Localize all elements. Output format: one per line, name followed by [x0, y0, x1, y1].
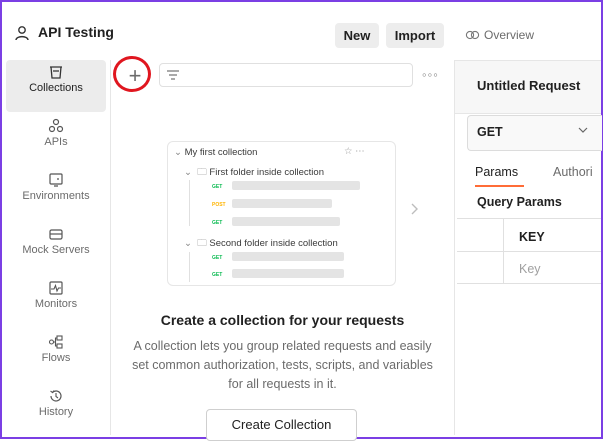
illustration-folder-name: Second folder inside collection — [209, 238, 338, 249]
table-divider — [503, 219, 504, 283]
sidebar-item-monitors[interactable]: Monitors — [6, 276, 106, 328]
workspace-title[interactable]: API Testing — [38, 24, 114, 40]
sidebar-item-label: History — [38, 406, 74, 418]
new-button[interactable]: New — [335, 23, 379, 48]
sidebar: Collections APIs Environments Mock Serve… — [2, 60, 111, 435]
sidebar-item-apis[interactable]: APIs — [6, 114, 106, 166]
monitors-icon — [49, 281, 63, 295]
illustration-folder-name: First folder inside collection — [209, 167, 324, 178]
mock-servers-icon — [49, 229, 63, 240]
request-placeholder — [232, 181, 360, 190]
request-placeholder — [232, 199, 332, 208]
request-placeholder — [232, 217, 340, 226]
sidebar-item-label: Collections — [29, 82, 83, 94]
key-input[interactable]: Key — [519, 262, 541, 276]
environments-icon — [49, 173, 63, 187]
overview-icon — [465, 30, 480, 40]
sidebar-item-label: Mock Servers — [22, 244, 90, 256]
method-label: GET — [212, 220, 223, 226]
request-placeholder — [232, 269, 344, 278]
active-tab-indicator — [475, 185, 524, 187]
request-placeholder — [232, 252, 344, 261]
table-divider — [457, 251, 601, 252]
tab-overview-label: Overview — [484, 28, 535, 42]
tab-overview[interactable]: Overview — [465, 28, 534, 42]
highlight-circle — [113, 56, 151, 92]
illustration-folder-row: ⌄ 🗀 First folder inside collection — [184, 167, 324, 178]
tree-line — [189, 180, 190, 226]
collections-panel: + ◦◦◦ ⌄ My first collection ☆ ⋯ ⌄ 🗀 Firs… — [111, 56, 455, 441]
history-icon — [50, 390, 62, 402]
sidebar-item-label: Monitors — [34, 298, 78, 310]
create-collection-button[interactable]: Create Collection — [206, 409, 357, 441]
sidebar-item-label: Flows — [41, 352, 71, 364]
import-button[interactable]: Import — [386, 23, 444, 48]
empty-state-title: Create a collection for your requests — [160, 312, 405, 328]
query-params-title: Query Params — [477, 195, 562, 209]
more-options-icon[interactable]: ◦◦◦ — [422, 67, 439, 82]
tab-authorization[interactable]: Authori — [553, 165, 593, 179]
workspace-header: API Testing New Import — [2, 2, 454, 61]
method-label: POST — [212, 202, 226, 208]
sidebar-item-environments[interactable]: Environments — [6, 168, 106, 220]
sidebar-item-collections[interactable]: Collections — [6, 60, 106, 112]
sidebar-item-history[interactable]: History — [6, 384, 106, 436]
request-tab-title: Untitled Request — [477, 78, 581, 93]
illustration-collection-name: My first collection — [184, 147, 258, 158]
illustration-folder-row: ⌄ 🗀 Second folder inside collection — [184, 238, 338, 249]
search-input[interactable] — [159, 63, 413, 87]
star-icon: ☆ ⋯ — [344, 146, 365, 157]
apis-icon — [48, 118, 64, 133]
folder-icon: 🗀 — [197, 167, 207, 178]
empty-state-description: A collection lets you group related requ… — [132, 339, 433, 391]
folder-icon: 🗀 — [197, 238, 207, 249]
chevron-right-icon[interactable] — [407, 202, 421, 216]
method-label: GET — [212, 272, 223, 278]
tree-line — [189, 252, 190, 282]
method-label: GET — [212, 255, 223, 261]
request-pane: Overview Untitled Request GET Params Aut… — [455, 2, 602, 435]
flows-icon — [48, 335, 63, 349]
filter-icon[interactable] — [166, 69, 180, 81]
collections-icon — [50, 66, 62, 79]
user-icon — [15, 26, 29, 41]
sidebar-item-label: Environments — [22, 190, 90, 202]
sidebar-item-label: APIs — [44, 136, 68, 148]
collection-illustration: ⌄ My first collection ☆ ⋯ ⌄ 🗀 First fold… — [167, 141, 396, 286]
tab-params[interactable]: Params — [475, 165, 518, 179]
method-label: GET — [212, 184, 223, 190]
method-value: GET — [477, 125, 503, 139]
chevron-down-icon — [578, 127, 588, 133]
illustration-collection-row: ⌄ My first collection — [174, 147, 258, 158]
sidebar-item-flows[interactable]: Flows — [6, 330, 106, 382]
key-column-header: KEY — [519, 230, 545, 244]
sidebar-item-mock-servers[interactable]: Mock Servers — [6, 222, 106, 274]
